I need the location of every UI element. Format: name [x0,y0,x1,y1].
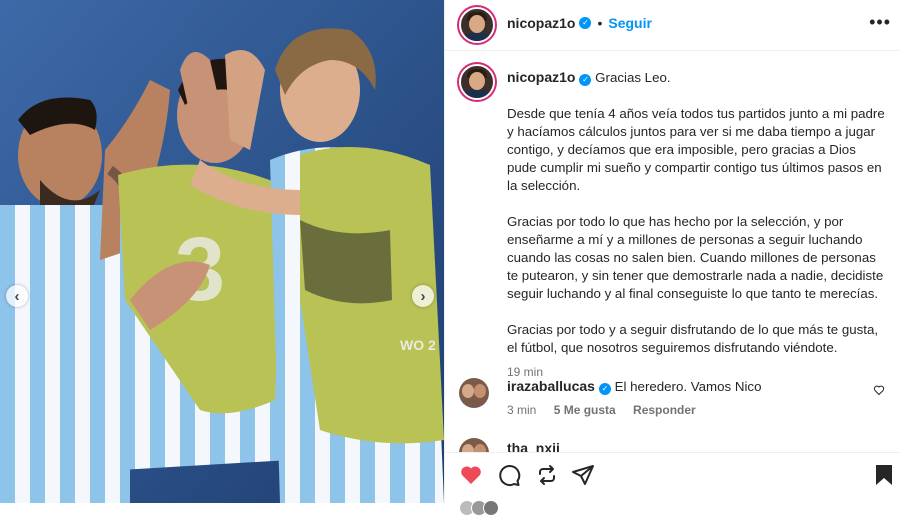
post-header: nicopaz1o ✓ • Seguir ••• [445,0,900,51]
commenter-username[interactable]: tha_nxii [507,440,560,452]
separator-dot: • [597,15,603,31]
chevron-right-icon: › [420,287,426,305]
comment-likes[interactable]: 5 Me gusta [554,403,616,417]
caption-paragraph: Gracias por todo y a seguir disfrutando … [507,322,879,355]
caption-paragraph: Gracias por todo lo que has hecho por la… [507,214,884,301]
commenter-avatar[interactable] [459,378,489,408]
like-comment-heart-icon[interactable] [873,384,885,396]
comment-text: tha_nxii [507,440,560,452]
comment-item: tha_nxii [459,438,889,452]
jersey-text: WO 2 [400,337,436,353]
reply-button[interactable]: Responder [633,403,696,417]
comment-message: El heredero. Vamos Nico [614,379,762,394]
chevron-left-icon: ‹ [14,287,20,305]
caption-paragraph: Desde que tenía 4 años veía todos tus pa… [507,106,885,193]
caption-text: nicopaz1o ✓ Gracias Leo. Desde que tenía … [507,68,887,381]
commenter-avatar[interactable] [459,438,489,452]
comment-text: irazaballucas ✓ El heredero. Vamos Nico [507,378,761,395]
share-icon[interactable] [571,463,595,487]
players-photo: 3 WO 2 [0,0,444,503]
caption-first-line: Gracias Leo. [595,70,671,85]
verified-badge-icon: ✓ [579,74,592,86]
comment-time[interactable]: 3 min [507,403,536,417]
author-username[interactable]: nicopaz1o [507,15,575,31]
author-info: nicopaz1o ✓ • Seguir [507,15,652,31]
post-photo[interactable]: 3 WO 2 ‹ › [0,0,444,503]
comment-meta: 3 min 5 Me gusta Responder [507,403,710,417]
more-options-icon[interactable]: ••• [869,12,891,33]
post-actions-bar [445,452,900,516]
follow-button[interactable]: Seguir [608,15,652,31]
liked-heart-icon[interactable] [459,463,483,487]
saved-bookmark-icon[interactable] [873,463,895,487]
verified-badge-icon: ✓ [598,383,611,395]
comment-icon[interactable] [497,463,521,487]
previous-photo-button[interactable]: ‹ [6,285,28,307]
post-details-panel: nicopaz1o ✓ • Seguir ••• nicopaz1o ✓ Grac… [444,0,900,516]
repost-icon[interactable] [535,463,559,487]
author-avatar[interactable] [459,7,495,43]
caption-username[interactable]: nicopaz1o [507,69,575,85]
next-photo-button[interactable]: › [412,285,434,307]
commenter-username[interactable]: irazaballucas [507,378,595,394]
caption-author-avatar[interactable] [459,64,495,100]
verified-badge-icon: ✓ [579,17,592,29]
liked-by-avatars[interactable] [459,500,499,516]
